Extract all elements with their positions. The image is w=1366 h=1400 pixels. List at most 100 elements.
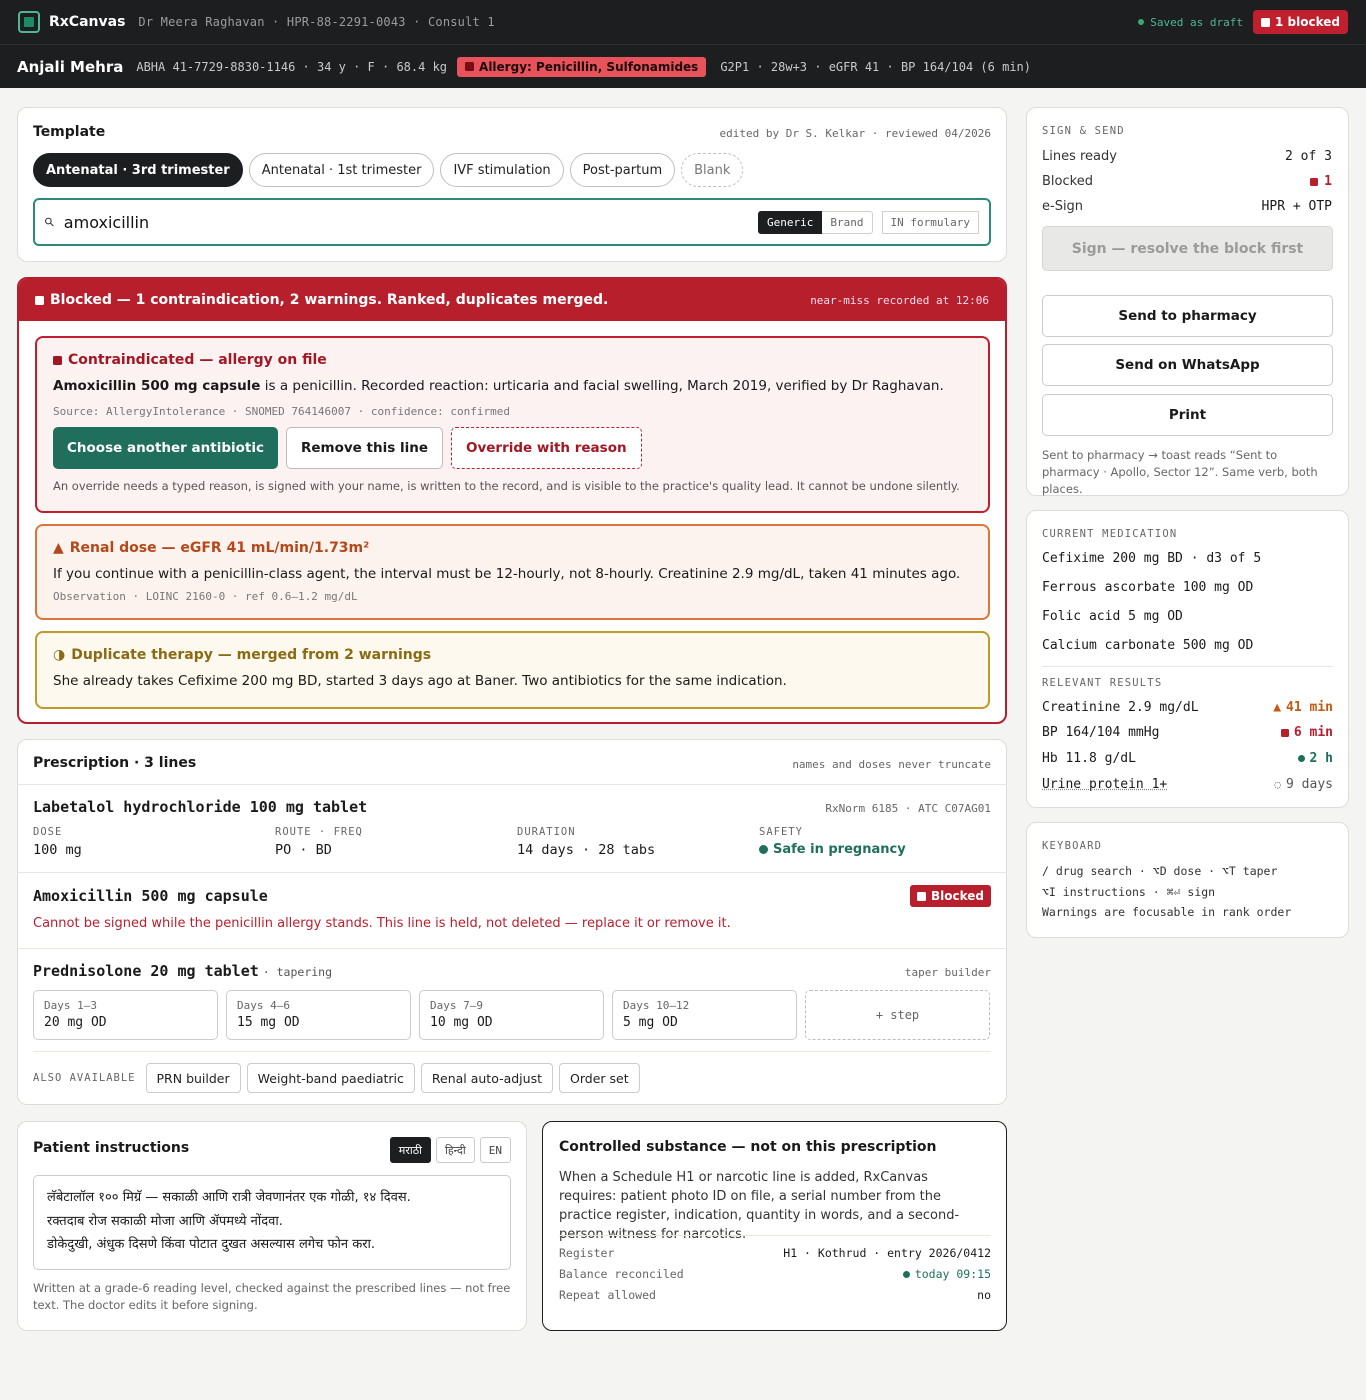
patient-name: Anjali Mehra bbox=[17, 57, 124, 76]
duration-label: DURATION bbox=[517, 826, 576, 838]
ok-dot-icon bbox=[1297, 755, 1305, 762]
blocked-count-badge[interactable]: 1 blocked bbox=[1253, 10, 1348, 34]
weight-band-button[interactable]: Weight-band paediatric bbox=[246, 1063, 415, 1093]
contraindication-title: Contraindicated — allergy on file bbox=[68, 352, 327, 368]
result-row[interactable]: Urine protein 1+ ◌ 9 days bbox=[1042, 777, 1333, 792]
contraindication-drug: Amoxicillin 500 mg capsule bbox=[53, 378, 261, 394]
repeat-row: Repeat allowed no bbox=[559, 1288, 991, 1302]
renal-source: Observation · LOINC 2160-0 · ref 0.6–1.2… bbox=[53, 589, 358, 603]
lang-hindi[interactable]: हिन्दी bbox=[435, 1137, 475, 1163]
renal-title: Renal dose — eGFR 41 mL/min/1.73m² bbox=[69, 540, 370, 556]
lines-ready-row: Lines ready 2 of 3 bbox=[1042, 149, 1332, 164]
lang-english[interactable]: EN bbox=[479, 1137, 511, 1163]
seg-generic[interactable]: Generic bbox=[758, 210, 823, 234]
template-chip-blank[interactable]: Blank bbox=[681, 153, 744, 187]
sign-send-label: SIGN & SEND bbox=[1042, 125, 1125, 137]
order-set-button[interactable]: Order set bbox=[559, 1063, 640, 1093]
current-med-item: Ferrous ascorbate 100 mg OD bbox=[1042, 580, 1254, 595]
prescription-note: names and doses never truncate bbox=[792, 758, 991, 771]
template-chip-postpartum[interactable]: Post-partum bbox=[569, 153, 676, 187]
override-with-reason-button[interactable]: Override with reason bbox=[450, 426, 642, 469]
choose-another-antibiotic-button[interactable]: Choose another antibiotic bbox=[53, 426, 278, 469]
instruction-line: डोकेदुखी, अंधुक दिसणे किंवा पोटात दुखत अ… bbox=[47, 1237, 376, 1252]
alert-header: Blocked — 1 contraindication, 2 warnings… bbox=[19, 279, 1005, 321]
taper-step-days: Days 4–6 bbox=[237, 999, 290, 1012]
balance-value-text: today 09:15 bbox=[914, 1267, 991, 1281]
result-age: ◌ 9 days bbox=[1274, 777, 1333, 792]
result-age-text: 9 days bbox=[1286, 777, 1333, 792]
labetalol-codes: RxNorm 6185 · ATC C07AG01 bbox=[825, 802, 991, 815]
prednisolone-name-text: Prednisolone 20 mg tablet bbox=[33, 962, 259, 980]
result-name: Urine protein 1+ bbox=[1042, 777, 1168, 792]
blocked-square-icon bbox=[1261, 17, 1271, 27]
template-chip-ivf[interactable]: IVF stimulation bbox=[440, 153, 564, 187]
tapering-label: · tapering bbox=[262, 965, 333, 979]
sign-note: Sent to pharmacy → toast reads “Sent to … bbox=[1042, 448, 1318, 496]
amoxicillin-held-message: Cannot be signed while the penicillin al… bbox=[33, 916, 731, 931]
send-to-pharmacy-button[interactable]: Send to pharmacy bbox=[1042, 295, 1333, 337]
prednisolone-name[interactable]: Prednisolone 20 mg tablet · tapering bbox=[33, 962, 332, 980]
amoxicillin-name[interactable]: Amoxicillin 500 mg capsule bbox=[33, 887, 268, 905]
taper-step[interactable]: Days 1–3 20 mg OD bbox=[33, 990, 218, 1040]
result-row[interactable]: Creatinine 2.9 mg/dL ▲ 41 min bbox=[1042, 700, 1333, 715]
lang-marathi[interactable]: मराठी bbox=[389, 1137, 431, 1163]
app-brand: RxCanvas bbox=[49, 14, 126, 30]
duplicate-therapy-warning[interactable]: ◑ Duplicate therapy — merged from 2 warni… bbox=[35, 631, 990, 709]
blocked-value: 1 bbox=[1310, 174, 1332, 189]
add-taper-step-button[interactable]: + step bbox=[805, 990, 990, 1040]
safety-label: SAFETY bbox=[759, 826, 803, 838]
taper-step[interactable]: Days 10–12 5 mg OD bbox=[612, 990, 797, 1040]
renal-auto-adjust-button[interactable]: Renal auto-adjust bbox=[420, 1063, 553, 1093]
sign-button[interactable]: Sign — resolve the block first bbox=[1042, 226, 1333, 271]
contraindication-warning[interactable]: Contraindicated — allergy on file Amoxic… bbox=[35, 336, 990, 513]
route-freq-value[interactable]: PO · BD bbox=[275, 842, 332, 858]
esign-label: e-Sign bbox=[1042, 199, 1084, 214]
labetalol-name[interactable]: Labetalol hydrochloride 100 mg tablet bbox=[33, 798, 367, 816]
instructions-text-area[interactable]: लॅबेटालॉल १०० मिग्रॅ — सकाळी आणि रात्री … bbox=[33, 1175, 511, 1270]
register-value: H1 · Kothrud · entry 2026/0412 bbox=[783, 1246, 991, 1260]
dose-value[interactable]: 100 mg bbox=[33, 842, 82, 858]
result-row[interactable]: BP 164/104 mmHg 6 min bbox=[1042, 725, 1333, 740]
keyboard-label: KEYBOARD bbox=[1042, 840, 1103, 852]
duration-value[interactable]: 14 days · 28 tabs bbox=[517, 842, 655, 858]
print-button[interactable]: Print bbox=[1042, 394, 1333, 436]
current-med-item: Folic acid 5 mg OD bbox=[1042, 609, 1183, 624]
safety-text: Safe in pregnancy bbox=[773, 842, 906, 857]
contraindication-square-icon bbox=[53, 355, 62, 365]
balance-dot-icon bbox=[902, 1270, 910, 1278]
result-row[interactable]: Hb 11.8 g/dL 2 h bbox=[1042, 751, 1333, 766]
taper-step[interactable]: Days 4–6 15 mg OD bbox=[226, 990, 411, 1040]
alert-title: Blocked — 1 contraindication, 2 warnings… bbox=[50, 292, 609, 308]
prn-builder-button[interactable]: PRN builder bbox=[145, 1063, 241, 1093]
taper-step[interactable]: Days 7–9 10 mg OD bbox=[419, 990, 604, 1040]
prescription-card: Prescription · 3 lines names and doses n… bbox=[17, 739, 1007, 1105]
taper-step-dose: 10 mg OD bbox=[430, 1015, 493, 1030]
result-age: ▲ 41 min bbox=[1273, 700, 1333, 715]
drug-search-input[interactable]: ⚲ amoxicillin Generic Brand IN formulary bbox=[33, 198, 991, 246]
blocked-count-text: 1 blocked bbox=[1275, 15, 1340, 29]
instructions-footer: Written at a grade-6 reading level, chec… bbox=[33, 1281, 511, 1312]
result-age: 6 min bbox=[1280, 725, 1333, 740]
divider bbox=[18, 784, 1006, 785]
renal-dose-warning[interactable]: ▲ Renal dose — eGFR 41 mL/min/1.73m² If y… bbox=[35, 524, 990, 620]
search-icon: ⚲ bbox=[41, 213, 58, 231]
shortcut-line: Warnings are focusable in rank order bbox=[1042, 905, 1292, 919]
taper-builder-link[interactable]: taper builder bbox=[905, 966, 991, 979]
template-chip-antenatal-1st[interactable]: Antenatal · 1st trimester bbox=[248, 153, 435, 187]
route-freq-label: ROUTE · FREQ bbox=[275, 826, 363, 838]
near-miss-time: near-miss recorded at 12:06 bbox=[810, 293, 989, 307]
blocked-square-icon bbox=[1310, 177, 1319, 186]
blocked-tag-text: Blocked bbox=[930, 889, 984, 903]
template-title: Template bbox=[33, 124, 106, 140]
seg-brand[interactable]: Brand bbox=[822, 210, 873, 234]
renal-text: If you continue with a penicillin-class … bbox=[53, 566, 961, 582]
allergy-badge[interactable]: Allergy: Penicillin, Sulfonamides bbox=[457, 56, 707, 77]
send-whatsapp-button[interactable]: Send on WhatsApp bbox=[1042, 344, 1333, 386]
formulary-filter[interactable]: IN formulary bbox=[881, 210, 979, 234]
result-name: Creatinine 2.9 mg/dL bbox=[1042, 700, 1199, 715]
template-chip-antenatal-3rd[interactable]: Antenatal · 3rd trimester bbox=[33, 153, 243, 187]
remove-line-button[interactable]: Remove this line bbox=[285, 426, 443, 469]
shortcut-line: ⌥I instructions · ⌘⏎ sign bbox=[1042, 885, 1216, 899]
search-value: amoxicillin bbox=[63, 212, 150, 232]
patient-meta: ABHA 41-7729-8830-1146 · 34 y · F · 68.4… bbox=[136, 59, 448, 74]
